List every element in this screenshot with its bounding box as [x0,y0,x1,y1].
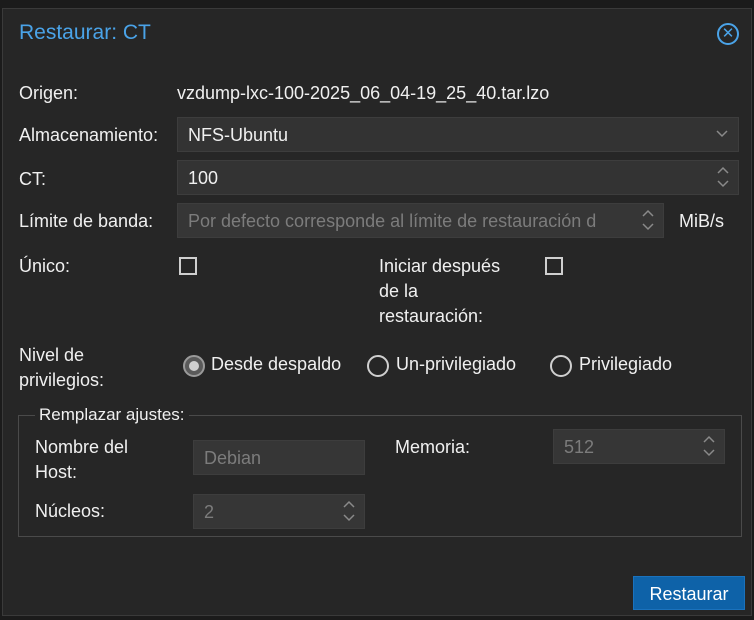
start-after-label-line3: restauración: [379,306,484,326]
bwlimit-label: Límite de banda: [19,211,154,231]
privilege-label-line1: Nivel de [19,345,85,365]
start-after-checkbox[interactable] [545,257,563,275]
chevron-down-icon [716,124,728,147]
bwlimit-input[interactable]: Por defecto corresponde al límite de res… [177,203,664,238]
start-after-label-line1: Iniciar después [379,256,501,276]
origen-label: Origen: [19,83,79,103]
radio-privileged[interactable] [550,355,572,377]
restore-dialog: Restaurar: CT ✕ Origen: vzdump-lxc-100-2… [2,8,752,616]
unique-label: Único: [19,256,71,276]
storage-select[interactable]: NFS-Ubuntu [177,117,739,152]
ct-id-input[interactable]: 100 [177,160,739,195]
storage-select-value: NFS-Ubuntu [188,125,289,145]
memory-input[interactable]: 512 [553,429,725,464]
spinner-icon[interactable] [716,163,730,191]
privilege-label-line2: privilegios: [19,370,105,390]
cores-label: Núcleos: [35,501,106,521]
bwlimit-placeholder: Por defecto corresponde al límite de res… [188,211,597,231]
radio-privileged-label: Privilegiado [579,354,673,374]
close-icon[interactable]: ✕ [717,23,739,45]
unique-checkbox[interactable] [179,257,197,275]
start-after-label-line2: de la [379,281,419,301]
origen-value: vzdump-lxc-100-2025_06_04-19_25_40.tar.l… [177,83,550,103]
hostname-label-line2: Host: [35,462,78,482]
radio-unprivileged[interactable] [367,355,389,377]
override-legend: Remplazar ajustes: [35,405,189,425]
ct-id-value: 100 [188,168,219,188]
cores-input[interactable]: 2 [193,494,365,529]
hostname-placeholder: Debian [204,448,262,468]
hostname-input[interactable]: Debian [193,440,365,475]
radio-from-backup[interactable] [183,355,205,377]
radio-from-backup-label: Desde despaldo [211,354,342,374]
ct-label: CT: [19,169,46,189]
memory-label: Memoria: [395,437,471,457]
bwlimit-unit: MiB/s [679,211,724,231]
storage-label: Almacenamiento: [19,125,159,145]
spinner-icon[interactable] [342,497,356,525]
restore-button[interactable]: Restaurar [633,576,745,610]
hostname-label-line1: Nombre del [35,437,129,457]
radio-unprivileged-label: Un-privilegiado [396,354,517,374]
spinner-icon[interactable] [641,206,655,234]
spinner-icon[interactable] [702,432,716,460]
cores-placeholder: 2 [204,502,215,522]
dialog-title: Restaurar: CT [19,21,151,44]
memory-placeholder: 512 [564,437,595,457]
